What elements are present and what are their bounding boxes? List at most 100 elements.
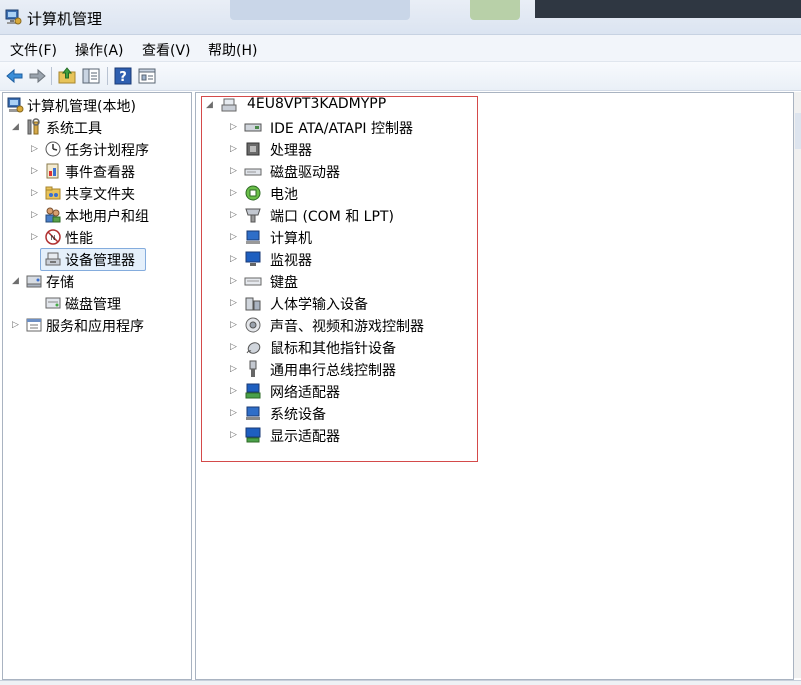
- port-icon: [245, 208, 261, 223]
- services-icon: [26, 318, 42, 332]
- expand-arrow-icon[interactable]: ▷: [230, 341, 240, 353]
- device-category-label: 监视器: [270, 253, 312, 269]
- toolbar-separator: [107, 67, 108, 85]
- keyboard-icon: [244, 277, 262, 286]
- device-category-label: 网络适配器: [270, 385, 340, 401]
- device-category-label: 显示适配器: [270, 429, 340, 445]
- tree-node-label: 设备管理器: [65, 253, 135, 269]
- computer-icon: [221, 98, 237, 112]
- tree-node-label: 性能: [65, 231, 93, 247]
- tree-node-label: 磁盘管理: [65, 297, 121, 313]
- speaker-icon: [245, 317, 261, 333]
- expand-arrow-icon[interactable]: ▷: [230, 187, 240, 199]
- svg-text:N: N: [50, 234, 55, 242]
- device-category-label: 端口 (COM 和 LPT): [270, 209, 394, 225]
- title-bar: 计算机管理: [0, 0, 801, 35]
- expand-arrow-icon[interactable]: ▷: [230, 121, 240, 133]
- device-category-label: 处理器: [270, 143, 312, 159]
- computer-management-icon: [5, 9, 22, 25]
- ide-controller-icon: [244, 123, 262, 132]
- expand-arrow-icon[interactable]: ▷: [230, 275, 240, 287]
- up-folder-icon[interactable]: [57, 66, 77, 86]
- menu-help[interactable]: 帮助(H): [208, 40, 257, 60]
- expand-arrow-icon[interactable]: ▷: [31, 143, 41, 155]
- expand-arrow-icon[interactable]: ▷: [31, 165, 41, 177]
- battery-icon: [245, 185, 261, 201]
- device-category-label: 磁盘驱动器: [270, 165, 340, 181]
- device-category-label: 通用串行总线控制器: [270, 363, 396, 379]
- background-window-tab: [230, 0, 410, 20]
- tools-icon: [27, 118, 40, 135]
- show-hide-tree-icon[interactable]: [81, 66, 101, 86]
- device-category-label: 声音、视频和游戏控制器: [270, 319, 424, 335]
- network-adapter-icon: [245, 383, 261, 399]
- tree-node-label: 存储: [46, 275, 74, 291]
- expand-arrow-icon[interactable]: ▷: [31, 187, 41, 199]
- collapse-arrow-icon[interactable]: ◢: [12, 275, 22, 287]
- display-adapter-icon: [245, 427, 261, 443]
- expand-arrow-icon[interactable]: ▷: [230, 165, 240, 177]
- expand-arrow-icon[interactable]: ▷: [31, 231, 41, 243]
- users-icon: [45, 207, 61, 223]
- back-arrow-icon[interactable]: [5, 66, 25, 86]
- device-category-label: IDE ATA/ATAPI 控制器: [270, 121, 414, 137]
- expand-arrow-icon[interactable]: ▷: [230, 209, 240, 221]
- tree-node-label: 系统工具: [46, 121, 102, 137]
- menu-file[interactable]: 文件(F): [10, 40, 57, 60]
- mouse-icon: [246, 342, 261, 354]
- tree-node-label: 共享文件夹: [65, 187, 135, 203]
- svg-text:?: ?: [119, 70, 127, 85]
- menu-bar: 文件(F) 操作(A) 查看(V) 帮助(H): [0, 35, 801, 62]
- expand-arrow-icon[interactable]: ▷: [230, 429, 240, 441]
- forward-arrow-icon[interactable]: [27, 66, 47, 86]
- expand-arrow-icon[interactable]: ▷: [230, 319, 240, 331]
- tree-node-label: 任务计划程序: [65, 143, 149, 159]
- expand-arrow-icon[interactable]: ▷: [230, 231, 240, 243]
- help-icon[interactable]: ?: [113, 66, 133, 86]
- expand-arrow-icon[interactable]: ▷: [230, 385, 240, 397]
- device-category-label: 人体学输入设备: [270, 297, 368, 313]
- clock-icon: [45, 141, 61, 157]
- usb-icon: [249, 360, 257, 377]
- background-window-tab: [470, 0, 520, 20]
- toolbar: ?: [0, 62, 801, 91]
- disk-management-icon: [45, 297, 61, 309]
- expand-arrow-icon[interactable]: ▷: [230, 253, 240, 265]
- expand-arrow-icon[interactable]: ▷: [230, 297, 240, 309]
- collapse-arrow-icon[interactable]: ◢: [12, 121, 22, 133]
- expand-arrow-icon[interactable]: ▷: [230, 407, 240, 419]
- storage-icon: [26, 275, 42, 288]
- actions-pane-tab: [795, 113, 801, 149]
- disk-drive-icon: [244, 168, 262, 176]
- window-title: 计算机管理: [27, 10, 103, 28]
- expand-arrow-icon[interactable]: ▷: [31, 209, 41, 221]
- device-category-label: 系统设备: [270, 407, 326, 423]
- computer-icon: [246, 230, 260, 244]
- collapse-arrow-icon[interactable]: ◢: [206, 99, 216, 111]
- background-window: [535, 0, 801, 18]
- event-log-icon: [46, 163, 59, 179]
- device-manager-icon: [45, 252, 61, 266]
- tree-node-label: 事件查看器: [65, 165, 135, 181]
- menu-action[interactable]: 操作(A): [75, 40, 124, 60]
- device-category-label: 键盘: [270, 275, 298, 291]
- tree-node-label: 本地用户和组: [65, 209, 149, 225]
- expand-arrow-icon[interactable]: ▷: [230, 363, 240, 375]
- system-device-icon: [246, 406, 260, 420]
- monitor-icon: [245, 251, 261, 266]
- menu-view[interactable]: 查看(V): [142, 40, 191, 60]
- properties-icon[interactable]: [137, 66, 157, 86]
- expand-arrow-icon[interactable]: ▷: [230, 143, 240, 155]
- shared-folder-icon: [45, 186, 61, 200]
- hid-icon: [245, 297, 261, 311]
- tree-node-label: 服务和应用程序: [46, 319, 144, 335]
- tree-node-label: 计算机管理(本地): [27, 99, 136, 115]
- actions-pane-edge: [793, 92, 801, 678]
- device-category-label: 电池: [270, 187, 298, 203]
- no-entry-performance-icon: N: [45, 229, 61, 245]
- processor-icon: [246, 142, 260, 156]
- device-category-label: 计算机: [270, 231, 312, 247]
- device-category-label: 鼠标和其他指针设备: [270, 341, 396, 357]
- computer-name: 4EU8VPT3KADMYPP: [247, 96, 387, 112]
- expand-arrow-icon[interactable]: ▷: [12, 319, 22, 331]
